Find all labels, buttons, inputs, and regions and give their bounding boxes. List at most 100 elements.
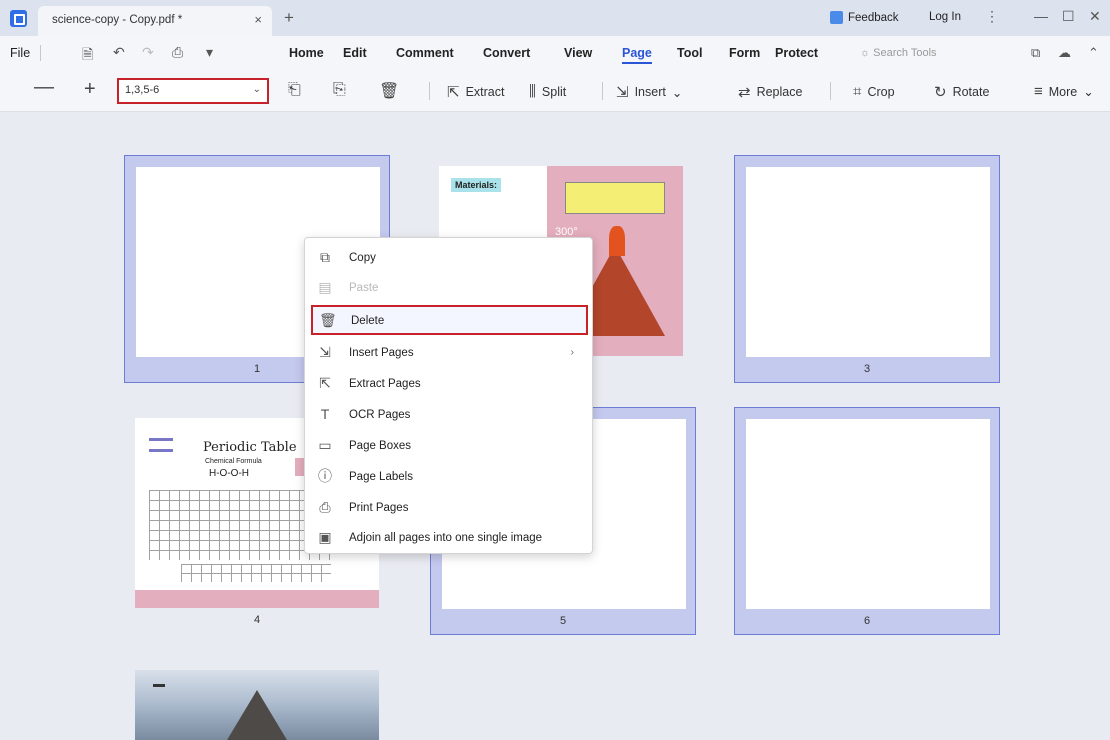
context-menu-label: OCR Pages [349,409,411,421]
menu-page[interactable]: Page [622,46,652,64]
print-icon: ⎙ [319,499,331,515]
share-icon[interactable]: ⧉ [1031,45,1040,61]
menu-form[interactable]: Form [729,46,760,60]
redo-icon[interactable]: ↷ [142,44,154,61]
insert-icon: ⇲ [616,84,629,101]
page-boxes-icon: ▭ [318,437,332,453]
collapse-ribbon-icon[interactable]: ⌃ [1088,45,1099,61]
divider [830,82,831,100]
page-range-select[interactable]: ⌄ [117,78,269,104]
context-menu-delete[interactable]: 🗑 Delete [311,305,588,335]
minimize-button[interactable]: — [1034,8,1048,24]
page-labels-icon: ⓘ [318,468,332,484]
context-menu-insert-pages[interactable]: ⇲ Insert Pages › [311,339,588,369]
split-icon: ⫼ [529,83,536,100]
close-window-button[interactable]: ✕ [1089,8,1101,25]
tab-title: science-copy - Copy.pdf * [52,14,183,26]
context-menu-print-pages[interactable]: ⎙ Print Pages [311,494,588,524]
extract-pages-icon: ⇱ [319,375,331,391]
delete-page-icon[interactable]: 🗑 [379,81,399,101]
periodic-formula: H-O-O-H [209,468,249,479]
chevron-right-icon: › [570,347,574,358]
replace-icon: ⇄ [738,84,751,101]
extract-label: Extract [465,85,505,99]
app-logo-icon [10,10,27,27]
page-thumbnail-7[interactable] [124,659,390,740]
context-menu-page-labels[interactable]: ⓘ Page Labels [311,463,588,493]
context-menu-page-boxes[interactable]: ▭ Page Boxes [311,432,588,462]
sticky-note [565,182,665,214]
feedback-label: Feedback [848,11,899,24]
context-menu-label: Adjoin all pages into one single image [349,532,543,544]
context-menu-label: Page Labels [349,471,413,483]
page-thumbnail-6[interactable]: 6 [734,407,1000,635]
replace-label: Replace [756,85,803,99]
context-menu-label: Extract Pages [349,378,421,390]
replace-button[interactable]: ⇄ Replace [738,83,802,101]
feedback-button[interactable]: Feedback [830,11,899,24]
crop-button[interactable]: ⌗ Crop [853,83,895,100]
rotate-page-left-icon[interactable]: ⎗ [288,81,301,99]
page-number: 6 [863,615,871,627]
rotate-button[interactable]: ↻ Rotate [934,83,989,101]
rotate-page-right-icon[interactable]: ⎘ [333,81,346,99]
menu-file[interactable]: File [10,46,30,60]
insert-pages-icon: ⇲ [319,344,331,360]
page-range-input[interactable] [125,84,235,96]
split-button[interactable]: ⫼ Split [529,83,566,100]
context-menu-adjoin-pages[interactable]: ▣ Adjoin all pages into one single image [311,524,588,554]
crop-label: Crop [867,84,895,99]
menu-tool[interactable]: Tool [677,46,702,60]
chevron-down-icon[interactable]: ⌄ [253,84,261,95]
materials-title: Materials: [451,178,502,192]
print-icon[interactable]: ⎙ [172,44,183,61]
page-number: 4 [253,614,261,626]
extract-button[interactable]: ⇱ Extract [447,83,504,101]
photo-logo [153,684,165,687]
mountain-shape [221,690,293,740]
split-label: Split [541,84,567,99]
context-menu-label: Insert Pages [349,347,414,359]
rotate-label: Rotate [952,85,990,99]
menu-view[interactable]: View [564,46,592,60]
save-icon[interactable]: 🗎 [82,44,93,68]
page-thumbnail-3[interactable]: 3 [734,155,1000,383]
context-menu-extract-pages[interactable]: ⇱ Extract Pages [311,370,588,400]
periodic-title: Periodic Table [203,440,297,455]
page-number: 5 [559,615,567,627]
menu-edit[interactable]: Edit [343,46,367,60]
customize-icon[interactable]: ▾ [206,44,213,61]
search-tools-label: Search Tools [873,47,937,59]
cloud-upload-icon[interactable]: ☁ [1058,45,1071,61]
tab-close-icon[interactable]: × [254,12,262,27]
login-button[interactable]: Log In [929,11,961,23]
page-preview [746,167,990,357]
lava-illustration [609,226,625,256]
chevron-down-icon: ⌄ [1083,85,1094,99]
context-menu-copy[interactable]: ⧉ Copy [311,244,588,274]
search-tools[interactable]: ☼ Search Tools [860,47,937,59]
extract-icon: ⇱ [447,84,460,101]
menu-comment[interactable]: Comment [396,46,454,60]
zoom-in-button[interactable]: + [84,78,96,101]
context-menu-paste[interactable]: ▤ Paste [311,274,588,304]
more-button[interactable]: ≡ More ⌄ [1034,83,1094,100]
page-preview [135,670,379,740]
context-menu-ocr-pages[interactable]: T OCR Pages [311,401,588,431]
menu-home[interactable]: Home [289,46,324,60]
paste-icon: ▤ [318,279,332,295]
new-tab-button[interactable]: + [284,8,294,28]
more-options-icon[interactable]: ⋮ [985,8,999,25]
delete-icon: 🗑 [319,312,337,328]
document-tab[interactable]: science-copy - Copy.pdf * × [38,6,272,36]
context-menu-label: Paste [349,282,379,294]
zoom-out-button[interactable]: — [34,76,54,99]
more-label: More [1048,84,1078,99]
maximize-button[interactable]: ☐ [1062,8,1075,25]
context-menu: ⧉ Copy ▤ Paste 🗑 Delete ⇲ Insert Pages ›… [304,237,593,554]
undo-icon[interactable]: ↶ [113,44,125,61]
menu-convert[interactable]: Convert [483,46,530,60]
insert-button[interactable]: ⇲ Insert ⌄ [616,83,682,101]
menu-protect[interactable]: Protect [775,46,818,60]
page-toolbar: — + ⌄ ⎗ ⎘ 🗑 ⇱ Extract ⫼ Split ⇲ Insert ⌄ ⇄ Re… [0,70,1110,112]
